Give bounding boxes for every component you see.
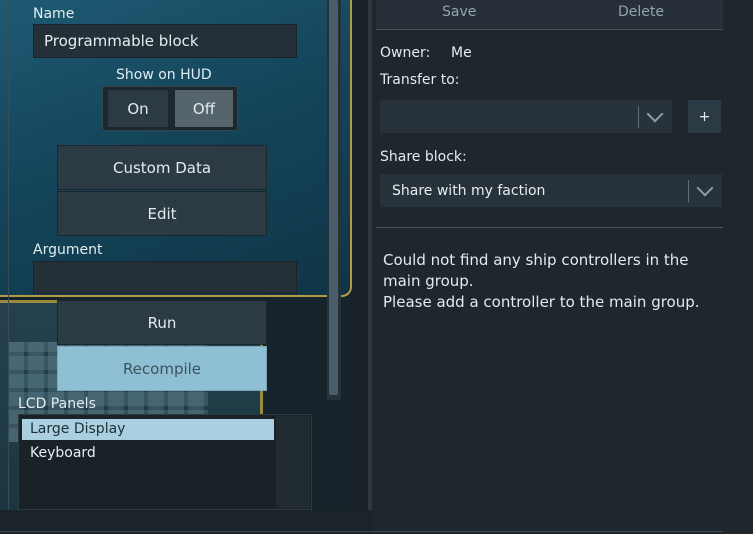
share-dropdown[interactable]: Share with my faction [379, 173, 723, 208]
save-button[interactable]: Save [442, 4, 476, 20]
divider-top [376, 29, 723, 30]
delete-button[interactable]: Delete [618, 4, 664, 20]
chevron-down-icon [696, 179, 714, 197]
show-on-hud-label: Show on HUD [116, 67, 212, 83]
custom-data-button[interactable]: Custom Data [57, 145, 267, 190]
owner-value: Me [451, 45, 472, 61]
add-transfer-button[interactable]: + [687, 99, 722, 134]
owner-label: Owner: [380, 45, 431, 61]
share-dropdown-value: Share with my faction [392, 183, 546, 199]
share-block-label: Share block: [380, 149, 467, 165]
transfer-dropdown[interactable] [379, 99, 673, 134]
edit-button[interactable]: Edit [57, 191, 267, 236]
divider-middle [376, 227, 723, 228]
lcd-panels-label: LCD Panels [18, 396, 96, 412]
transfer-label: Transfer to: [380, 72, 460, 88]
panel-divider [368, 0, 372, 534]
left-divider [8, 0, 9, 510]
name-label: Name [33, 6, 75, 22]
recompile-button[interactable]: Recompile [57, 346, 267, 391]
status-message-line1: Could not find any ship controllers in t… [383, 251, 689, 290]
bottom-divider [0, 531, 723, 532]
hud-on-button[interactable]: On [107, 89, 169, 128]
left-scrollbar-thumb[interactable] [329, 0, 338, 395]
chevron-down-icon [646, 105, 664, 123]
lcd-item-keyboard[interactable]: Keyboard [30, 445, 96, 461]
action-bar [376, 0, 723, 28]
run-button[interactable]: Run [57, 300, 267, 345]
status-message-line2: Please add a controller to the main grou… [383, 293, 700, 311]
hud-off-button[interactable]: Off [174, 89, 234, 128]
status-message: Could not find any ship controllers in t… [383, 250, 703, 313]
argument-label: Argument [33, 242, 103, 258]
argument-input[interactable] [33, 261, 297, 294]
lcd-item-large-display[interactable]: Large Display [22, 419, 274, 440]
lcd-list-scrollbar[interactable] [276, 416, 310, 508]
name-input[interactable]: Programmable block [33, 24, 297, 58]
